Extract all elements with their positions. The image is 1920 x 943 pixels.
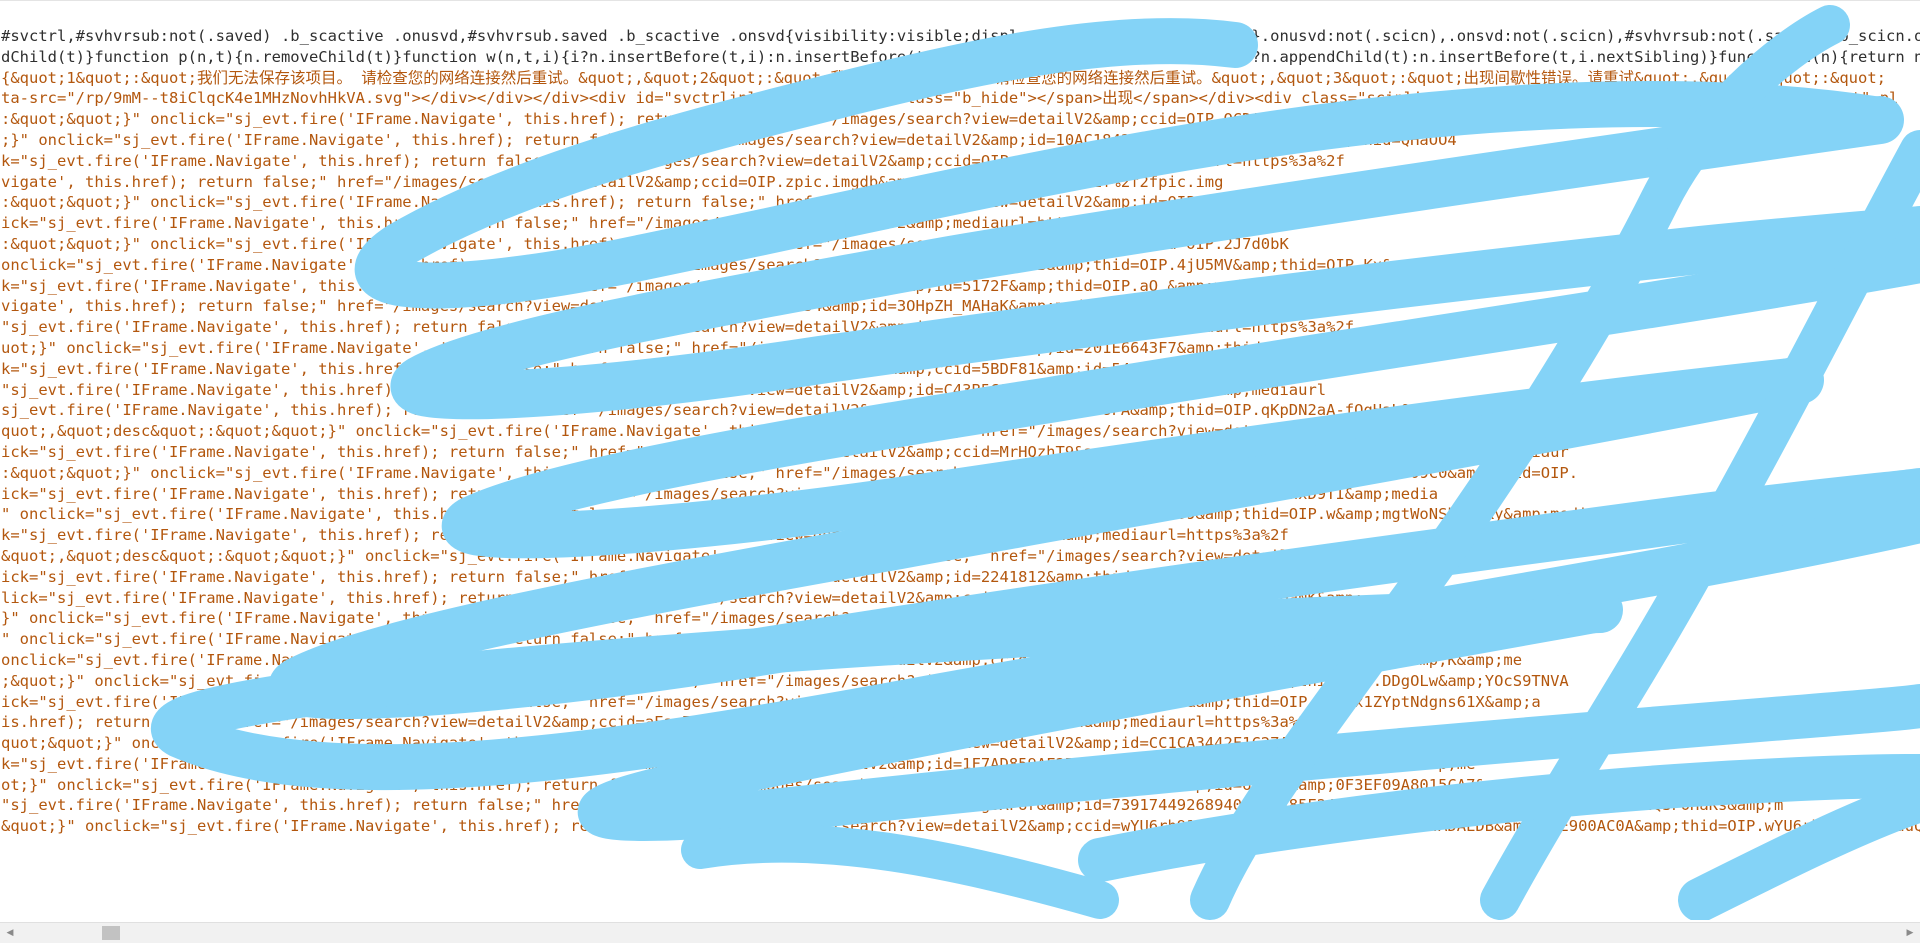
code-line: {&quot;1&quot;:&quot;我们无法保存该项目。 请检查您的网络连… bbox=[1, 68, 1887, 87]
code-line: quot;,&quot;desc&quot;:&quot;&quot;}" on… bbox=[1, 422, 1551, 441]
code-line: onclick="sj_evt.fire('IFrame.Navigate', … bbox=[1, 650, 1523, 669]
top-divider bbox=[0, 0, 1920, 1]
horizontal-scrollbar[interactable]: ◀ ▶ bbox=[0, 922, 1920, 943]
code-line: dChild(t)}function p(n,t){n.removeChild(… bbox=[1, 47, 1920, 66]
code-line: ot;}" onclick="sj_evt.fire('IFrame.Navig… bbox=[1, 775, 1597, 794]
code-line: ick="sj_evt.fire('IFrame.Navigate', this… bbox=[1, 484, 1439, 503]
code-line: sj_evt.fire('IFrame.Navigate', this.href… bbox=[1, 401, 1457, 420]
code-line: &quot;,&quot;desc&quot;:&quot;&quot;}" o… bbox=[1, 546, 1541, 565]
code-line: k="sj_evt.fire('IFrame.Navigate', this.h… bbox=[1, 276, 1495, 295]
code-line: k="sj_evt.fire('IFrame.Navigate', this.h… bbox=[1, 754, 1476, 773]
code-line: &quot;}" onclick="sj_evt.fire('IFrame.Na… bbox=[1, 817, 1920, 836]
code-line: "sj_evt.fire('IFrame.Navigate', this.hre… bbox=[1, 318, 1355, 337]
code-line: vigate', this.href); return false;" href… bbox=[1, 297, 1299, 316]
code-line: :&quot;&quot;}" onclick="sj_evt.fire('IF… bbox=[1, 110, 1364, 129]
code-line: k="sj_evt.fire('IFrame.Navigate', this.h… bbox=[1, 151, 1345, 170]
code-line: :&quot;&quot;}" onclick="sj_evt.fire('IF… bbox=[1, 234, 1289, 253]
code-line: ta-src="/rp/9mM--t8iClqcK4e1MHzNovhHkVA.… bbox=[1, 89, 1899, 108]
source-view-pane: #svctrl,#svhvrsub:not(.saved) .b_scactiv… bbox=[0, 0, 1920, 920]
code-line: k="sj_evt.fire('IFrame.Navigate', this.h… bbox=[1, 359, 1317, 378]
code-line: "sj_evt.fire('IFrame.Navigate', this.hre… bbox=[1, 796, 1784, 815]
code-line: ;}" onclick="sj_evt.fire('IFrame.Navigat… bbox=[1, 130, 1457, 149]
code-line: is.href); return false;" href="/images/s… bbox=[1, 713, 1345, 732]
code-line: :&quot;&quot;}" onclick="sj_evt.fire('IF… bbox=[1, 463, 1579, 482]
scrollbar-thumb[interactable] bbox=[102, 926, 120, 940]
code-line: :&quot;&quot;}" onclick="sj_evt.fire('IF… bbox=[1, 193, 1280, 212]
code-line: " onclick="sj_evt.fire('IFrame.Navigate'… bbox=[1, 505, 1597, 524]
code-line: lick="sj_evt.fire('IFrame.Navigate', thi… bbox=[1, 588, 1364, 607]
code-line: quot;&quot;}" onclick="sj_evt.fire('IFra… bbox=[1, 734, 1551, 753]
code-line: }" onclick="sj_evt.fire('IFrame.Navigate… bbox=[1, 609, 1448, 628]
code-line: vigate', this.href); return false;" href… bbox=[1, 172, 1224, 191]
code-line: ;&quot;}" onclick="sj_evt.fire('IFrame.N… bbox=[1, 671, 1569, 690]
code-line: uot;}" onclick="sj_evt.fire('IFrame.Navi… bbox=[1, 338, 1355, 357]
code-line: ick="sj_evt.fire('IFrame.Navigate', this… bbox=[1, 214, 1243, 233]
code-line: " onclick="sj_evt.fire('IFrame.Navigate'… bbox=[1, 630, 1504, 649]
scroll-left-arrow-icon[interactable]: ◀ bbox=[0, 923, 20, 943]
code-line: ick="sj_evt.fire('IFrame.Navigate', this… bbox=[1, 442, 1569, 461]
code-line: "sj_evt.fire('IFrame.Navigate', this.hre… bbox=[1, 380, 1327, 399]
scroll-right-arrow-icon[interactable]: ▶ bbox=[1900, 923, 1920, 943]
code-line: onclick="sj_evt.fire('IFrame.Navigate', … bbox=[1, 255, 1448, 274]
code-line: k="sj_evt.fire('IFrame.Navigate', this.h… bbox=[1, 526, 1289, 545]
code-line: ick="sj_evt.fire('IFrame.Navigate', this… bbox=[1, 567, 1373, 586]
code-line: #svctrl,#svhvrsub:not(.saved) .b_scactiv… bbox=[1, 27, 1920, 45]
source-code-block: #svctrl,#svhvrsub:not(.saved) .b_scactiv… bbox=[1, 26, 1920, 837]
code-line: ick="sj_evt.fire('IFrame.Navigate', this… bbox=[1, 692, 1541, 711]
